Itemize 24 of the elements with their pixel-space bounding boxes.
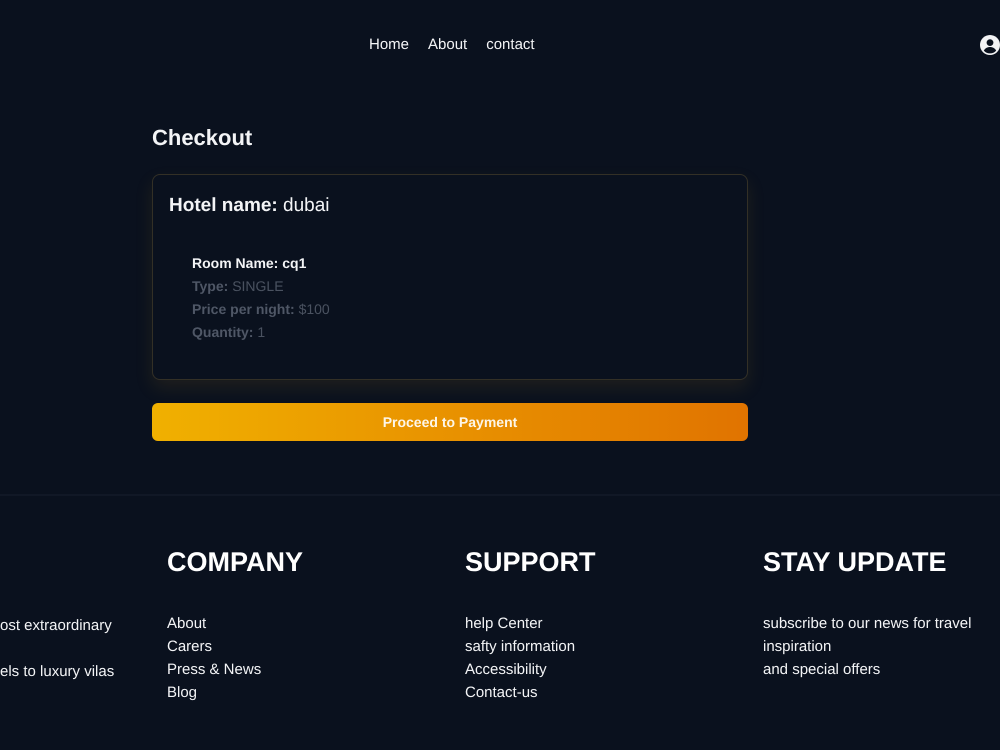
footer-link[interactable]: Blog bbox=[167, 681, 198, 704]
footer-link[interactable]: Press & News bbox=[167, 658, 262, 681]
footer-link[interactable]: About bbox=[167, 612, 206, 635]
footer-link[interactable]: safty information bbox=[465, 635, 576, 658]
footer-heading: STAY UPDATE bbox=[763, 546, 948, 578]
footer-text: ost extraordinary bbox=[0, 616, 112, 636]
footer-heading: SUPPORT bbox=[465, 546, 597, 578]
room-detail: Quantity: 1 bbox=[192, 323, 266, 342]
room-detail: Price per night: $100 bbox=[192, 300, 331, 319]
room-name: Room Name: cq1 bbox=[192, 254, 308, 273]
nav-link[interactable]: About bbox=[428, 35, 468, 55]
room-detail: Type: SINGLE bbox=[192, 277, 285, 296]
footer-text: and special offers bbox=[763, 660, 882, 680]
footer-link[interactable]: Accessibility bbox=[465, 658, 547, 681]
hotel-name: Hotel name: dubai bbox=[169, 194, 331, 218]
nav-link[interactable]: contact bbox=[486, 35, 535, 55]
footer-link[interactable]: help Center bbox=[465, 612, 543, 635]
footer-heading: COMPANY bbox=[167, 546, 304, 578]
nav-link[interactable]: Home bbox=[369, 35, 410, 55]
footer-text: els to luxury vilas bbox=[0, 662, 114, 682]
footer-link[interactable]: Contact-us bbox=[465, 681, 538, 704]
account-icon[interactable] bbox=[980, 34, 1000, 54]
page-title: Checkout bbox=[152, 124, 254, 152]
footer-link[interactable]: Carers bbox=[167, 635, 212, 658]
